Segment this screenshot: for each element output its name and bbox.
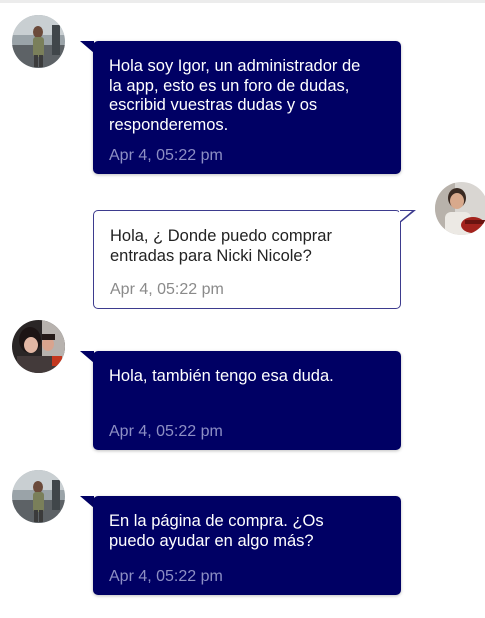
- user-avatar-photo-icon: [12, 15, 65, 68]
- chat-thread: Hola soy Igor, un administrador de la ap…: [0, 0, 485, 618]
- user-avatar-photo-icon: [12, 320, 65, 373]
- avatar-igor[interactable]: [12, 470, 65, 523]
- avatar-user[interactable]: [435, 182, 485, 235]
- message-text: En la página de compra. ¿Os puedo ayudar…: [109, 512, 324, 550]
- message-timestamp: Apr 4, 05:22 pm: [109, 423, 223, 440]
- bubble-tail: [80, 496, 94, 508]
- bubble-tail: [80, 41, 94, 53]
- message-bubble: Hola, ¿ Donde puedo comprar entradas par…: [93, 210, 401, 309]
- message-text: Hola, también tengo esa duda.: [109, 367, 334, 385]
- bubble-tail-fill: [399, 211, 412, 222]
- user-avatar-photo-icon: [12, 470, 65, 523]
- message-bubble: En la página de compra. ¿Os puedo ayudar…: [93, 496, 401, 595]
- message-bubble: Hola, también tengo esa duda. Apr 4, 05:…: [93, 351, 401, 450]
- message-text: Hola soy Igor, un administrador de la ap…: [109, 57, 361, 134]
- message-timestamp: Apr 4, 05:22 pm: [109, 568, 223, 585]
- message-text: Hola, ¿ Donde puedo comprar entradas par…: [110, 227, 332, 265]
- bubble-tail: [80, 351, 94, 363]
- avatar-user[interactable]: [12, 320, 65, 373]
- message-timestamp: Apr 4, 05:22 pm: [109, 147, 223, 164]
- top-divider: [0, 0, 485, 3]
- message-bubble: Hola soy Igor, un administrador de la ap…: [93, 41, 401, 174]
- message-timestamp: Apr 4, 05:22 pm: [110, 281, 224, 298]
- avatar-igor[interactable]: [12, 15, 65, 68]
- user-avatar-photo-icon: [435, 182, 485, 235]
